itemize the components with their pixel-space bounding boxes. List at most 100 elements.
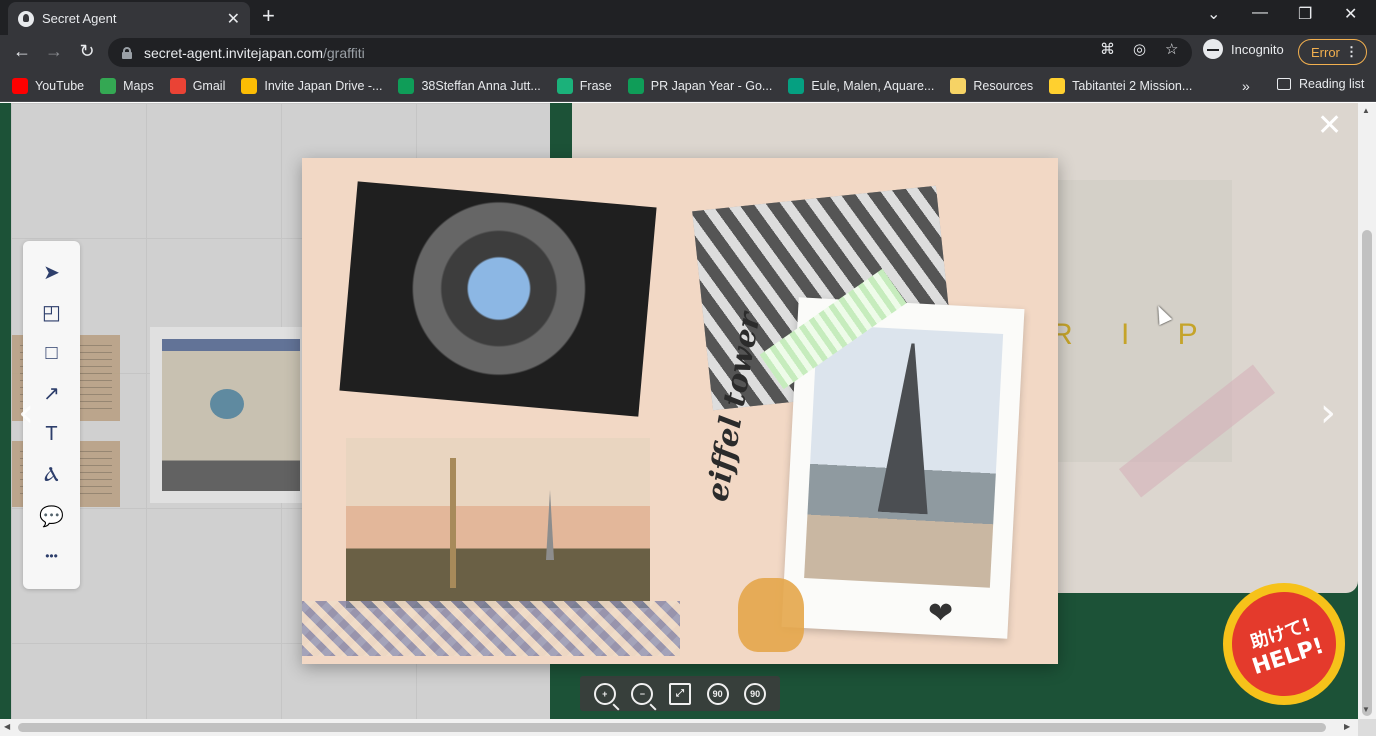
horizontal-scroll-thumb[interactable] xyxy=(18,723,1326,732)
sticky-note-tool[interactable]: ◰ xyxy=(23,293,80,331)
bookmark-item[interactable]: Maps xyxy=(100,77,154,94)
select-tool-icon: ➤ xyxy=(43,261,60,284)
vertical-scrollbar[interactable]: ▲ ▼ xyxy=(1358,103,1376,719)
zoom-out-button[interactable]: − xyxy=(631,682,654,705)
scroll-left-icon[interactable]: ◀ xyxy=(4,722,10,731)
bookmark-label: Frase xyxy=(579,78,612,93)
site-favicon-icon xyxy=(18,10,34,27)
lock-icon[interactable] xyxy=(122,46,132,59)
scroll-down-icon[interactable]: ▼ xyxy=(1362,705,1370,714)
gmail-icon xyxy=(169,77,186,94)
bookmark-star-icon[interactable]: ☆ xyxy=(1165,40,1178,58)
browser-tab[interactable]: Secret Agent ✕ xyxy=(8,2,250,35)
error-label: Error xyxy=(1311,44,1340,60)
fit-screen-button[interactable]: ⤢ xyxy=(668,682,691,705)
bookmark-label: Eule, Malen, Aquare... xyxy=(811,78,935,93)
eiffel-tower-photo xyxy=(804,324,1004,588)
eiffel-underside-photo xyxy=(339,181,657,417)
sticky-note-tool-icon: ◰ xyxy=(42,301,61,324)
browser-toolbar: ← → ↻ secret-agent.invitejapan.com/graff… xyxy=(0,35,1376,70)
back-button[interactable]: ← xyxy=(10,41,34,62)
bookmark-label: Gmail xyxy=(192,78,226,93)
rectangle-tool-icon: □ xyxy=(45,341,58,364)
lightbox-image[interactable]: eiffel tower ❤ xyxy=(302,158,1058,664)
url-path: /graffiti xyxy=(323,44,365,61)
tab-search-chevron-icon[interactable]: ⌄ xyxy=(1207,4,1220,24)
bookmark-item[interactable]: PR Japan Year - Go... xyxy=(627,77,773,94)
text-tool-icon: T xyxy=(45,422,58,445)
page-content: R I P ➤ ◰ □ ↗ T Ⲁ 💬 ••• ‹ › ✕ eiffel tower ❤ + … xyxy=(0,103,1358,719)
previous-arrow-icon[interactable]: ‹ xyxy=(18,393,34,433)
bookmark-item[interactable]: Resources xyxy=(950,77,1034,94)
error-button[interactable]: Error ⋮ xyxy=(1298,39,1367,65)
select-tool[interactable]: ➤ xyxy=(23,253,80,291)
bookmark-label: 38Steffan Anna Jutt... xyxy=(421,78,541,93)
miro-icon xyxy=(1049,77,1066,94)
close-window-button[interactable]: ✕ xyxy=(1344,4,1357,24)
bookmark-label: PR Japan Year - Go... xyxy=(650,78,773,93)
scroll-right-icon[interactable]: ▶ xyxy=(1344,722,1350,731)
drive-icon xyxy=(241,77,258,94)
bookmark-label: Maps xyxy=(123,78,154,93)
incognito-indicator[interactable]: Incognito xyxy=(1203,39,1284,59)
maps-icon xyxy=(100,77,117,94)
vertical-scroll-thumb[interactable] xyxy=(1362,230,1372,716)
new-tab-button[interactable]: + xyxy=(262,5,275,27)
pexels-icon xyxy=(788,77,805,94)
help-badge-button[interactable]: 助けて! HELP! xyxy=(1218,578,1350,710)
comment-tool[interactable]: 💬 xyxy=(23,497,80,535)
comment-tool-icon: 💬 xyxy=(39,505,64,528)
next-arrow-icon[interactable]: › xyxy=(1320,393,1336,433)
reading-list-button[interactable]: Reading list xyxy=(1277,77,1364,91)
folder-icon xyxy=(950,77,967,94)
rectangle-tool[interactable]: □ xyxy=(23,334,80,372)
plaid-tape-decoration xyxy=(302,601,680,656)
url-host: secret-agent.invitejapan.com xyxy=(144,44,323,61)
bookmark-item[interactable]: YouTube xyxy=(12,77,85,94)
forward-button[interactable]: → xyxy=(42,41,66,62)
bookmarks-overflow-button[interactable]: » xyxy=(1242,78,1250,94)
bookmark-item[interactable]: Eule, Malen, Aquare... xyxy=(788,77,935,94)
sheets-icon xyxy=(398,77,415,94)
pen-tool-icon: Ⲁ xyxy=(44,463,59,486)
arrow-tool-icon: ↗ xyxy=(43,382,60,405)
bookmark-item[interactable]: 38Steffan Anna Jutt... xyxy=(398,77,541,94)
bookmark-label: Resources xyxy=(973,78,1034,93)
frase-icon xyxy=(556,77,573,94)
bookmark-label: Invite Japan Drive -... xyxy=(264,78,383,93)
address-bar[interactable]: secret-agent.invitejapan.com/graffiti xyxy=(108,38,1192,67)
scroll-up-icon[interactable]: ▲ xyxy=(1362,106,1370,115)
rotate-right-button[interactable]: 90 xyxy=(744,682,767,705)
bookmark-item[interactable]: Gmail xyxy=(169,77,226,94)
tab-close-icon[interactable]: ✕ xyxy=(227,9,240,29)
place-de-la-concorde-photo xyxy=(346,438,650,608)
horizontal-scrollbar[interactable]: ◀ ▶ xyxy=(0,719,1358,736)
restore-button[interactable]: ❐ xyxy=(1298,4,1312,24)
sheets-icon xyxy=(627,77,644,94)
incognito-label: Incognito xyxy=(1231,41,1284,57)
more-tool[interactable]: ••• xyxy=(23,537,80,575)
reload-button[interactable]: ↻ xyxy=(75,41,99,62)
bookmarks-bar: YouTube Maps Gmail Invite Japan Drive -... 3… xyxy=(0,70,1376,102)
bookmark-item[interactable]: Tabitantei 2 Mission... xyxy=(1049,77,1193,94)
heart-icon: ❤ xyxy=(928,596,954,631)
youtube-icon xyxy=(12,77,28,94)
tracking-off-icon[interactable]: ◎ xyxy=(1133,40,1146,58)
bookmark-item[interactable]: Invite Japan Drive -... xyxy=(241,77,383,94)
translate-icon[interactable]: ⌘ xyxy=(1100,40,1115,58)
rotate-left-button[interactable]: 90 xyxy=(706,682,729,705)
cat-sticker xyxy=(738,578,804,652)
pen-tool[interactable]: Ⲁ xyxy=(23,456,80,494)
bookmark-label: Tabitantei 2 Mission... xyxy=(1072,78,1193,93)
menu-dots-icon: ⋮ xyxy=(1345,44,1358,59)
incognito-icon xyxy=(1203,39,1223,59)
bookmark-label: YouTube xyxy=(35,78,85,93)
bookmark-item[interactable]: Frase xyxy=(556,77,612,94)
reading-list-label: Reading list xyxy=(1299,77,1365,91)
minimize-button[interactable]: — xyxy=(1252,4,1268,22)
scrollbar-corner xyxy=(1358,719,1376,736)
tab-title: Secret Agent xyxy=(42,11,117,26)
close-lightbox-icon[interactable]: ✕ xyxy=(1317,111,1342,141)
more-tool-icon: ••• xyxy=(45,549,58,563)
zoom-in-button[interactable]: + xyxy=(593,682,616,705)
